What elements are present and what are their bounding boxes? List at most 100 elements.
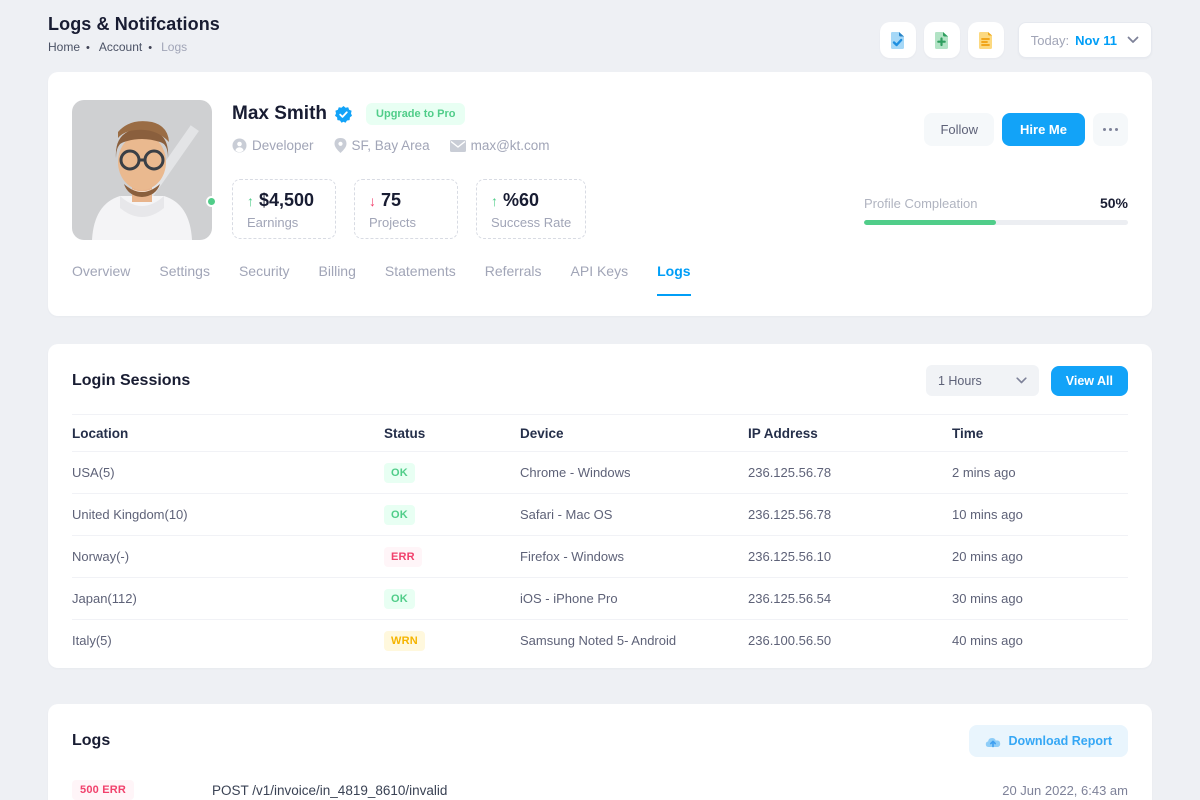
tab-statements[interactable]: Statements <box>385 263 456 296</box>
progress-fill <box>864 220 996 225</box>
location-item: SF, Bay Area <box>334 138 430 153</box>
user-icon <box>232 138 247 153</box>
cell-device: Safari - Mac OS <box>520 507 748 522</box>
col-device: Device <box>520 426 748 441</box>
table-row: Japan(112) OK iOS - iPhone Pro 236.125.5… <box>72 577 1128 619</box>
stats-row: $4,500 Earnings 75 Projects <box>232 179 864 239</box>
cell-location: Italy(5) <box>72 633 384 648</box>
file-plus-icon <box>932 31 951 50</box>
cell-device: iOS - iPhone Pro <box>520 591 748 606</box>
profile-right: Follow Hire Me Profile Compleation 50% <box>864 100 1128 240</box>
status-badge: ERR <box>384 547 422 567</box>
file-check-icon <box>888 31 907 50</box>
page: Logs & Notifcations Home Account Logs <box>0 0 1200 800</box>
trend-up-icon <box>247 193 254 209</box>
trend-up-icon <box>491 193 498 209</box>
role-item: Developer <box>232 138 314 153</box>
breadcrumb-home[interactable]: Home <box>48 40 90 54</box>
cell-location: United Kingdom(10) <box>72 507 384 522</box>
file-plus-button[interactable] <box>924 22 960 58</box>
sessions-title: Login Sessions <box>72 372 190 390</box>
status-badge: WRN <box>384 631 425 651</box>
download-report-button[interactable]: Download Report <box>969 725 1128 757</box>
cell-time: 30 mins ago <box>952 591 1128 606</box>
view-all-button[interactable]: View All <box>1051 366 1128 396</box>
map-pin-icon <box>334 138 347 153</box>
cell-location: Norway(-) <box>72 549 384 564</box>
progress-bar <box>864 220 1128 225</box>
follow-button[interactable]: Follow <box>924 113 994 146</box>
verified-badge-icon <box>335 106 352 123</box>
upgrade-to-pro-badge[interactable]: Upgrade to Pro <box>366 103 465 125</box>
status-badge: OK <box>384 463 415 483</box>
profile-meta: Developer SF, Bay Area max@kt.com <box>232 138 864 153</box>
cell-time: 2 mins ago <box>952 465 1128 480</box>
completion-label: Profile Compleation <box>864 196 977 211</box>
table-row: USA(5) OK Chrome - Windows 236.125.56.78… <box>72 451 1128 493</box>
col-time: Time <box>952 426 1128 441</box>
cloud-upload-icon <box>985 735 1001 748</box>
sessions-table: Location Status Device IP Address Time U… <box>72 414 1128 661</box>
trend-down-icon <box>369 193 376 209</box>
role-label: Developer <box>252 138 314 153</box>
stat-label: Success Rate <box>491 215 571 230</box>
location-label: SF, Bay Area <box>352 138 430 153</box>
hours-filter-select[interactable]: 1 Hours <box>926 365 1039 396</box>
stat-value: 75 <box>381 190 401 211</box>
col-status: Status <box>384 426 520 441</box>
email-item: max@kt.com <box>450 138 550 153</box>
avatar <box>72 100 212 240</box>
profile-card: Max Smith Upgrade to Pro Developer SF, B… <box>48 72 1152 316</box>
cell-time: 20 mins ago <box>952 549 1128 564</box>
ellipsis-icon <box>1103 128 1106 131</box>
tab-settings[interactable]: Settings <box>159 263 210 296</box>
tab-logs[interactable]: Logs <box>657 263 690 296</box>
topbar-left: Logs & Notifcations Home Account Logs <box>48 14 220 54</box>
tab-api-keys[interactable]: API Keys <box>571 263 629 296</box>
cell-ip: 236.125.56.78 <box>748 465 952 480</box>
chevron-down-icon <box>1127 36 1139 44</box>
page-title: Logs & Notifcations <box>48 14 220 35</box>
log-timestamp: 20 Jun 2022, 6:43 am <box>1002 783 1128 798</box>
breadcrumb: Home Account Logs <box>48 40 220 54</box>
online-status-dot <box>206 196 217 207</box>
profile-info: Max Smith Upgrade to Pro Developer SF, B… <box>232 100 864 240</box>
stat-value: %60 <box>503 190 539 211</box>
logs-title: Logs <box>72 732 110 750</box>
cell-time: 40 mins ago <box>952 633 1128 648</box>
cell-ip: 236.125.56.10 <box>748 549 952 564</box>
stat-value: $4,500 <box>259 190 314 211</box>
user-name: Max Smith <box>232 103 327 125</box>
breadcrumb-logs: Logs <box>161 40 187 54</box>
hire-me-button[interactable]: Hire Me <box>1002 113 1085 146</box>
email-label: max@kt.com <box>471 138 550 153</box>
stat-label: Projects <box>369 215 443 230</box>
file-check-button[interactable] <box>880 22 916 58</box>
stat-earnings: $4,500 Earnings <box>232 179 336 239</box>
stat-success-rate: %60 Success Rate <box>476 179 586 239</box>
status-badge: OK <box>384 505 415 525</box>
more-options-button[interactable] <box>1093 113 1128 146</box>
cell-ip: 236.125.56.54 <box>748 591 952 606</box>
table-row: Italy(5) WRN Samsung Noted 5- Android 23… <box>72 619 1128 661</box>
profile-tabs: Overview Settings Security Billing State… <box>72 263 1128 296</box>
log-request: POST /v1/invoice/in_4819_8610/invalid <box>212 783 1002 798</box>
tab-referrals[interactable]: Referrals <box>485 263 542 296</box>
breadcrumb-account[interactable]: Account <box>99 40 152 54</box>
topbar: Logs & Notifcations Home Account Logs <box>0 0 1200 72</box>
tab-security[interactable]: Security <box>239 263 290 296</box>
tab-overview[interactable]: Overview <box>72 263 130 296</box>
file-lines-button[interactable] <box>968 22 1004 58</box>
topbar-actions: Today: Nov 11 <box>880 22 1152 58</box>
file-lines-icon <box>976 31 995 50</box>
date-selector[interactable]: Today: Nov 11 <box>1018 22 1152 58</box>
tab-billing[interactable]: Billing <box>319 263 356 296</box>
log-entry-row: 500 ERR POST /v1/invoice/in_4819_8610/in… <box>72 780 1128 800</box>
table-header-row: Location Status Device IP Address Time <box>72 414 1128 451</box>
login-sessions-card: Login Sessions 1 Hours View All Location… <box>48 344 1152 668</box>
cell-time: 10 mins ago <box>952 507 1128 522</box>
col-ip-address: IP Address <box>748 426 952 441</box>
cell-device: Chrome - Windows <box>520 465 748 480</box>
cell-location: USA(5) <box>72 465 384 480</box>
cell-device: Samsung Noted 5- Android <box>520 633 748 648</box>
